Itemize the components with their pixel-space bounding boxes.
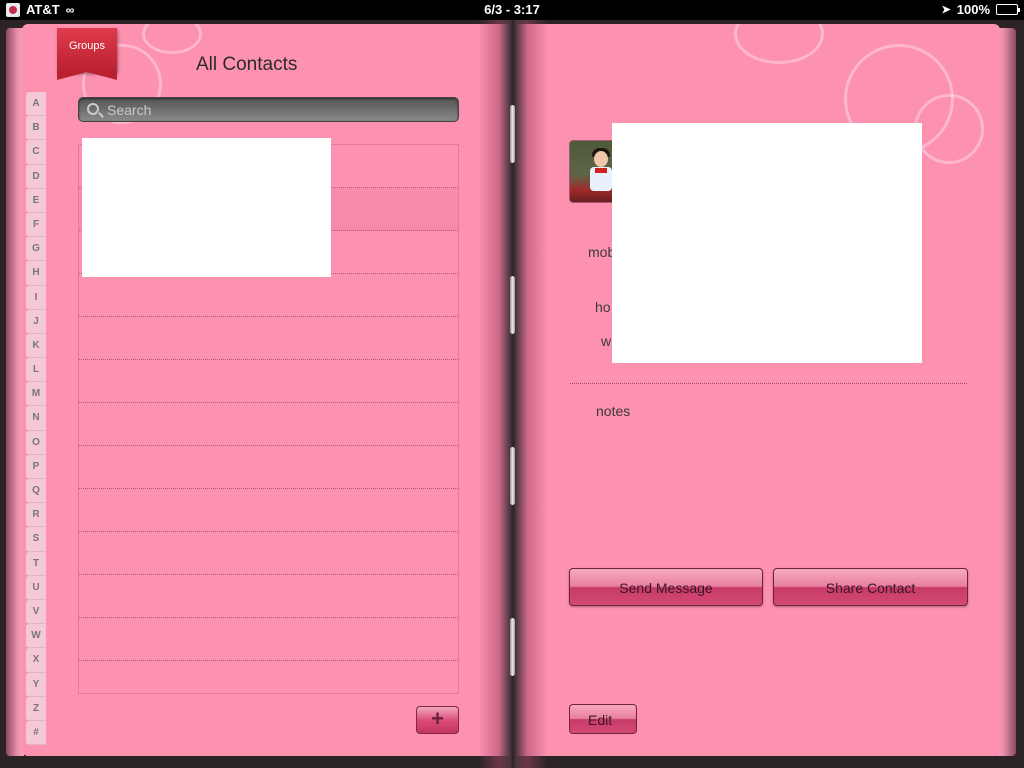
index-letter[interactable]: #: [26, 720, 46, 746]
alphabet-index[interactable]: A B C D E F G H I J K L M N O P Q R S T U V W X Y Z #: [26, 92, 46, 746]
search-input[interactable]: [107, 100, 447, 119]
index-letter[interactable]: S: [26, 527, 46, 552]
contact-row[interactable]: [79, 532, 458, 575]
index-letter[interactable]: W: [26, 624, 46, 649]
binder-ring: [510, 618, 515, 676]
contact-row[interactable]: [79, 274, 458, 317]
index-letter[interactable]: A: [26, 92, 46, 117]
contact-row[interactable]: [79, 489, 458, 532]
index-letter[interactable]: V: [26, 599, 46, 625]
index-letter[interactable]: Q: [26, 479, 46, 504]
status-bar: AT&T ∞ 6/3 - 3:17 ➤ 100%: [0, 0, 1024, 20]
index-letter[interactable]: Y: [26, 672, 46, 697]
section-divider: [570, 383, 967, 384]
contact-row[interactable]: [79, 575, 458, 618]
add-contact-button[interactable]: +: [416, 706, 459, 734]
status-time: 6/3 - 3:17: [484, 2, 540, 17]
binder-ring: [510, 105, 515, 163]
index-letter[interactable]: U: [26, 575, 46, 600]
left-page: Groups All Contacts ABCDEFGHIJKLMNOPQRST…: [22, 24, 518, 756]
index-letter[interactable]: G: [26, 237, 46, 262]
index-letter[interactable]: R: [26, 503, 46, 528]
binder-ring: [510, 447, 515, 505]
index-letter[interactable]: J: [26, 309, 46, 334]
swirl-decoration-icon: [914, 94, 984, 164]
index-letter[interactable]: B: [26, 116, 46, 141]
redacted-area: [612, 123, 922, 363]
swirl-decoration-icon: [734, 24, 824, 64]
send-message-button[interactable]: Send Message: [569, 568, 763, 606]
home-label: ho: [595, 299, 611, 315]
swirl-decoration-icon: [142, 24, 202, 54]
contact-row[interactable]: [79, 403, 458, 446]
contact-row[interactable]: [79, 618, 458, 661]
index-letter[interactable]: K: [26, 333, 46, 359]
contact-row[interactable]: [79, 446, 458, 489]
index-letter[interactable]: I: [26, 285, 46, 310]
index-letter[interactable]: C: [26, 140, 46, 165]
binder-ring: [510, 276, 515, 334]
edit-button[interactable]: Edit: [569, 704, 637, 734]
index-letter[interactable]: D: [26, 164, 46, 189]
battery-icon: [996, 4, 1020, 15]
contact-row[interactable]: [79, 661, 458, 704]
photo-bow: [595, 168, 607, 173]
contact-row[interactable]: [79, 317, 458, 360]
index-letter[interactable]: F: [26, 212, 46, 238]
groups-label: Groups: [68, 40, 106, 52]
search-bar[interactable]: [78, 97, 459, 122]
index-letter[interactable]: T: [26, 551, 46, 576]
index-letter[interactable]: L: [26, 358, 46, 383]
address-book: Groups All Contacts ABCDEFGHIJKLMNOPQRST…: [0, 20, 1024, 768]
location-arrow-icon: ➤: [941, 4, 951, 16]
status-right: ➤ 100%: [941, 2, 1020, 17]
photo-face: [594, 151, 608, 167]
search-icon: [87, 103, 99, 115]
groups-button[interactable]: Groups: [57, 28, 117, 80]
share-contact-button[interactable]: Share Contact: [773, 568, 968, 606]
index-letter[interactable]: H: [26, 261, 46, 286]
index-letter[interactable]: X: [26, 648, 46, 673]
index-letter[interactable]: P: [26, 454, 46, 479]
battery-percent: 100%: [956, 2, 990, 17]
work-label: w: [601, 333, 612, 349]
index-letter[interactable]: E: [26, 188, 46, 213]
index-letter[interactable]: N: [26, 406, 46, 431]
contact-row[interactable]: [79, 360, 458, 403]
index-letter[interactable]: Z: [26, 696, 46, 721]
page-title: All Contacts: [196, 54, 298, 75]
right-page: mob ho w notes Send Message Share Contac…: [514, 24, 1000, 756]
notes-label: notes: [596, 403, 631, 419]
index-letter[interactable]: O: [26, 430, 46, 455]
redacted-area: [82, 138, 331, 277]
index-letter[interactable]: M: [26, 382, 46, 407]
